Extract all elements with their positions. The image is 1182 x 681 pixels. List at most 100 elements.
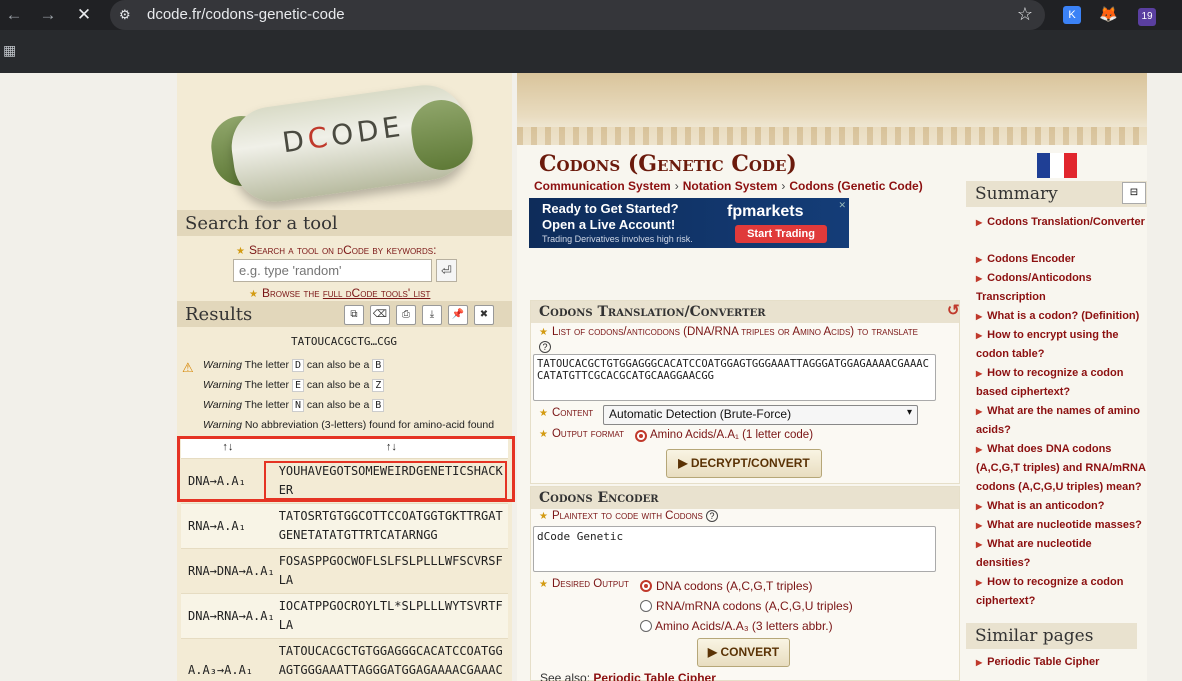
content-select[interactable]: Automatic Detection (Brute-Force) ▾ <box>603 405 918 425</box>
print-icon[interactable]: ⎙ <box>396 305 416 325</box>
output-label: ★ Output format <box>539 428 624 440</box>
radio-label-rna[interactable]: RNA/mRNA codons (A,C,G,U triples) <box>656 599 853 613</box>
close-icon[interactable]: ✖ <box>474 305 494 325</box>
bullet-icon: ▶ <box>976 445 983 454</box>
table-row[interactable]: RNA→DNA→A.A₁ FOSASPPGOCWOFLSLFSLPLLLWFSC… <box>181 547 508 593</box>
summary-link[interactable]: ▶ What are nucleotide densities? <box>976 535 1148 573</box>
summary-link-text[interactable]: Codons Encoder <box>987 253 1075 265</box>
similar-link-text[interactable]: Periodic Table Cipher <box>987 656 1099 668</box>
output-option-label[interactable]: Amino Acids/A.A₁ (1 letter code) <box>650 429 813 441</box>
ad-disclaimer: Trading Derivatives involves high risk. <box>542 234 693 244</box>
plaintext-input[interactable] <box>533 526 936 572</box>
apps-grid-icon[interactable]: ▦ <box>3 43 17 57</box>
codons-input[interactable] <box>533 354 936 401</box>
summary-link[interactable]: ▶ Codons/Anticodons Transcription <box>976 269 1148 307</box>
result-value[interactable]: IOCATPPGOCROYLTL*SLPLLLWYTSVRTFLA <box>274 592 508 638</box>
search-submit-icon[interactable]: ⏎ <box>436 259 457 282</box>
address-bar[interactable]: ⚙ dcode.fr/codons-genetic-code ☆ <box>110 0 1045 30</box>
result-value[interactable]: TATOUCACGCTGTGGAGGGCACATCCOATGGAGTGGGAAA… <box>274 637 508 681</box>
sort-column-2[interactable]: ↑↓ <box>274 436 508 458</box>
reset-icon[interactable]: ↺ <box>947 301 960 319</box>
summary-link-text[interactable]: What is an anticodon? <box>987 500 1104 512</box>
summary-link[interactable]: ▶ What does DNA codons (A,C,G,T triples) … <box>976 440 1148 497</box>
summary-link-text[interactable]: How to encrypt using the codon table? <box>976 329 1119 360</box>
url-text[interactable]: dcode.fr/codons-genetic-code <box>147 6 345 23</box>
browse-tools-link[interactable]: full dCode tools' list <box>323 286 431 300</box>
summary-link-text[interactable]: How to recognize a codon ciphertext? <box>976 576 1123 607</box>
summary-toggle-icon[interactable]: ⊟ <box>1122 182 1146 204</box>
help-icon[interactable]: ? <box>539 341 551 353</box>
table-row[interactable]: A.A₃→A.A₁ TATOUCACGCTGTGGAGGGCACATCCOATG… <box>181 637 508 681</box>
see-also-label: See also: <box>540 671 591 681</box>
summary-link[interactable]: ▶ How to recognize a codon ciphertext? <box>976 573 1148 611</box>
summary-link[interactable]: ▶ What are nucleotide masses? <box>976 516 1148 535</box>
star-icon: ★ <box>236 246 245 257</box>
output-radio[interactable] <box>635 430 647 442</box>
ad-close-icon[interactable]: ✕ <box>838 200 846 211</box>
result-value[interactable]: FOSASPPGOCWOFLSLFSLPLLLWFSCVRSFLA <box>274 547 508 593</box>
summary-link-text[interactable]: What are nucleotide masses? <box>987 519 1142 531</box>
summary-link-text[interactable]: What is a codon? (Definition) <box>987 310 1139 322</box>
extension-fox-icon[interactable]: 🦊 <box>1099 6 1118 24</box>
search-input[interactable] <box>233 259 432 282</box>
breadcrumb-link[interactable]: Notation System <box>683 179 778 193</box>
similar-link[interactable]: ▶ Periodic Table Cipher <box>976 653 1148 672</box>
summary-link-text[interactable]: What are the names of amino acids? <box>976 405 1140 436</box>
stop-loading-icon[interactable]: ✕ <box>73 4 95 26</box>
french-flag-icon[interactable] <box>1037 153 1077 178</box>
back-icon[interactable]: ← <box>3 4 25 26</box>
parchment-edge <box>517 127 1147 145</box>
flag-stripe <box>1050 153 1064 178</box>
breadcrumb-link[interactable]: Communication System <box>534 179 671 193</box>
summary-link-text[interactable]: Codons/Anticodons Transcription <box>976 272 1092 303</box>
copy-icon[interactable]: ⧉ <box>344 305 364 325</box>
radio-label-dna[interactable]: DNA codons (A,C,G,T triples) <box>656 579 813 593</box>
browse-tools: ★ Browse the full dCode tools' list <box>249 286 430 300</box>
summary-link[interactable]: ▶ What is a codon? (Definition) <box>976 307 1148 326</box>
result-label: RNA→DNA→A.A₁ <box>181 547 275 593</box>
forward-icon[interactable]: → <box>37 4 59 26</box>
clear-icon[interactable]: ⌫ <box>370 305 390 325</box>
page-content: DCODE Search for a tool ★ Search a tool o… <box>0 73 1182 681</box>
result-value[interactable]: YOUHAVEGOTSOMEWEIRDGENETICSHACKER <box>274 457 508 503</box>
decrypt-convert-button[interactable]: ▶ DECRYPT/CONVERT <box>666 449 822 478</box>
pin-icon[interactable]: 📌 <box>448 305 468 325</box>
summary-link-text[interactable]: Codons Translation/Converter <box>987 216 1145 228</box>
ad-banner[interactable]: Ready to Get Started? Open a Live Accoun… <box>529 198 849 248</box>
desired-output-label: ★ Desired Output <box>539 578 629 590</box>
page-title: Codons (Genetic Code) <box>539 151 797 177</box>
dcode-logo[interactable]: DCODE <box>207 78 477 208</box>
output-radio-dna[interactable] <box>640 580 652 592</box>
sort-column-1[interactable]: ↑↓ <box>181 436 275 458</box>
bookmark-star-icon[interactable]: ☆ <box>1017 4 1033 25</box>
ad-line: Ready to Get Started? <box>542 201 679 216</box>
ad-cta-button[interactable]: Start Trading <box>735 225 827 243</box>
search-heading: Search for a tool <box>185 213 338 234</box>
download-icon[interactable]: ⤓ <box>422 305 442 325</box>
extension-badge[interactable]: 19 <box>1138 8 1156 26</box>
help-icon[interactable]: ? <box>706 510 719 522</box>
output-radio-amino[interactable] <box>640 620 652 632</box>
table-row[interactable]: DNA→A.A₁ YOUHAVEGOTSOMEWEIRDGENETICSHACK… <box>181 457 508 503</box>
summary-link[interactable]: ▶ How to recognize a codon based cipherte… <box>976 364 1148 402</box>
convert-button[interactable]: ▶ CONVERT <box>697 638 790 667</box>
breadcrumb-separator: › <box>674 179 679 193</box>
summary-link[interactable]: ▶ What are the names of amino acids? <box>976 402 1148 440</box>
table-row[interactable]: DNA→RNA→A.A₁ IOCATPPGOCROYLTL*SLPLLLWYTS… <box>181 592 508 638</box>
flag-stripe <box>1037 153 1051 178</box>
see-also-link[interactable]: Periodic Table Cipher <box>593 671 715 681</box>
radio-label-amino[interactable]: Amino Acids/A.A₃ (3 letters abbr.) <box>655 619 833 633</box>
table-row[interactable]: RNA→A.A₁ TATOSRTGTGGCOTTCCOATGGTGKTTRGAT… <box>181 502 508 548</box>
result-value[interactable]: TATOSRTGTGGCOTTCCOATGGTGKTTRGATGENETATAT… <box>274 502 508 548</box>
output-radio-rna[interactable] <box>640 600 652 612</box>
summary-link-text[interactable]: What are nucleotide densities? <box>976 538 1092 569</box>
summary-link[interactable]: ▶ What is an anticodon? <box>976 497 1148 516</box>
summary-link[interactable]: ▶ Codons Encoder <box>976 250 1148 269</box>
breadcrumb-link[interactable]: Codons (Genetic Code) <box>789 179 922 193</box>
extension-k-icon[interactable]: K <box>1063 6 1081 24</box>
summary-link[interactable]: ▶ How to encrypt using the codon table? <box>976 326 1148 364</box>
summary-link-text[interactable]: What does DNA codons (A,C,G,T triples) a… <box>976 443 1146 493</box>
site-info-icon[interactable]: ⚙ <box>119 7 135 23</box>
summary-link[interactable]: ▶ Codons Translation/Converter <box>976 213 1148 232</box>
summary-link-text[interactable]: How to recognize a codon based ciphertex… <box>976 367 1123 398</box>
